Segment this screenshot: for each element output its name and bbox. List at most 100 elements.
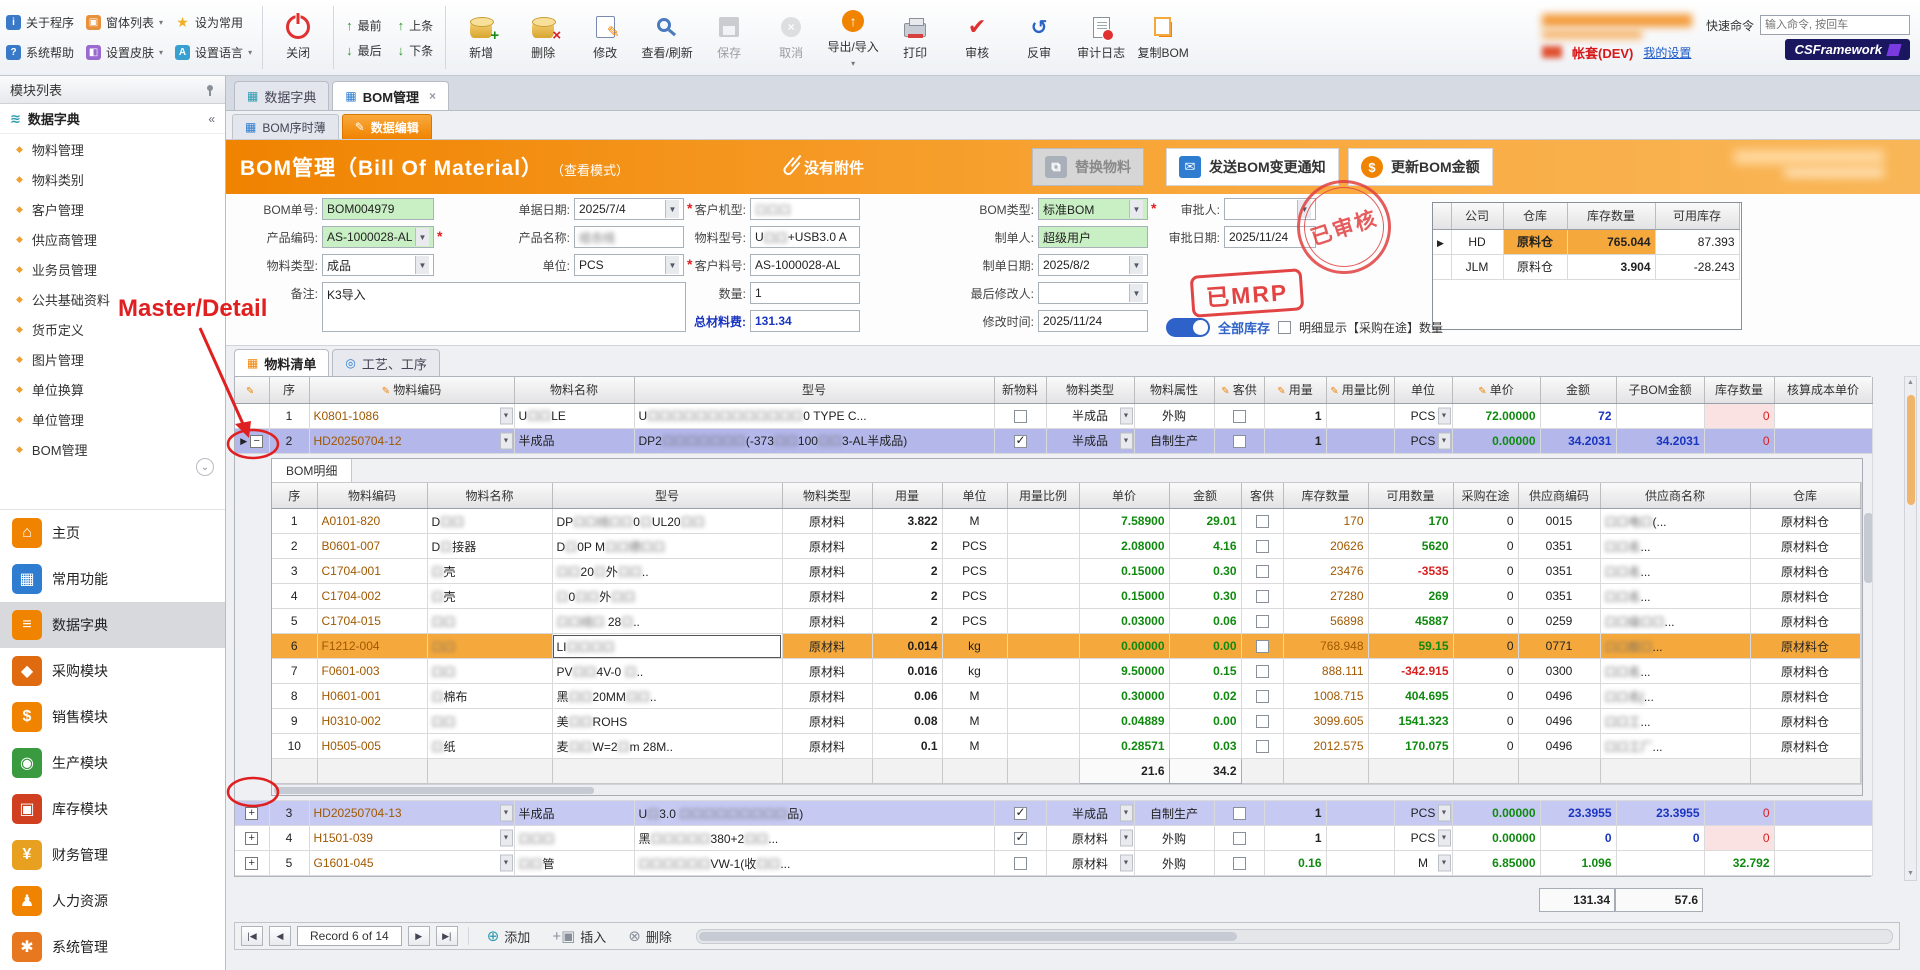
grid-cell[interactable]: 半成品▼: [1046, 428, 1134, 453]
grid-cell[interactable]: 7.58900: [1079, 509, 1169, 534]
cell-checkbox[interactable]: [1256, 640, 1269, 653]
column-header-物料名称[interactable]: 物料名称: [427, 483, 552, 509]
grid-cell[interactable]: [1007, 684, 1079, 709]
cell-checkbox[interactable]: [1256, 590, 1269, 603]
grid-cell[interactable]: 原材料: [782, 709, 872, 734]
column-header-库存数量[interactable]: 库存数量: [1567, 203, 1655, 229]
grid-cell[interactable]: 口壳: [427, 559, 552, 584]
column-header-用量[interactable]: ✎用量: [1264, 377, 1326, 403]
grid-cell[interactable]: PCS▼: [1394, 428, 1452, 453]
cell-checkbox[interactable]: [1256, 690, 1269, 703]
grid-cell[interactable]: C1704-015: [317, 609, 427, 634]
grid-cell[interactable]: A0101-820: [317, 509, 427, 534]
grid-cell[interactable]: [1241, 534, 1283, 559]
grid-cell[interactable]: 23.3955: [1616, 801, 1704, 826]
grid-row[interactable]: 5C1704-015口口口口线口 28口..原材料2PCS 0.030000.0…: [272, 609, 1860, 634]
grid-cell[interactable]: [1241, 634, 1283, 659]
send-bom-change-notice-button[interactable]: ✉ 发送BOM变更通知: [1166, 148, 1339, 186]
expand-row-button[interactable]: +: [245, 832, 258, 845]
print-button[interactable]: 打印: [884, 0, 946, 75]
grid-cell[interactable]: 原材料: [782, 684, 872, 709]
cancel-button[interactable]: ×取消: [760, 0, 822, 75]
grid-cell[interactable]: 0.03000: [1079, 609, 1169, 634]
grid-cell[interactable]: [1326, 428, 1394, 453]
grid-cell[interactable]: [1007, 584, 1079, 609]
dropdown-icon[interactable]: ▼: [1129, 256, 1143, 274]
cell-checkbox[interactable]: [1256, 565, 1269, 578]
export-button[interactable]: ↑导出/导入▾: [822, 0, 884, 75]
grid-cell[interactable]: H0310-002: [317, 709, 427, 734]
grid-cell[interactable]: 0: [1453, 509, 1518, 534]
grid-cell[interactable]: 0.15000: [1079, 559, 1169, 584]
grid-cell[interactable]: 23476: [1283, 559, 1368, 584]
cell-checkbox[interactable]: [1233, 807, 1246, 820]
grid-cell[interactable]: 0: [1704, 801, 1774, 826]
grid-cell[interactable]: JLM: [1451, 254, 1503, 279]
grid-cell[interactable]: 原材料: [782, 534, 872, 559]
grid-cell[interactable]: 2012.575: [1283, 734, 1368, 759]
grid-cell[interactable]: 原材料仓: [1750, 659, 1860, 684]
grid-cell[interactable]: [1774, 428, 1872, 453]
grid-cell[interactable]: 口口: [427, 609, 552, 634]
grid-cell[interactable]: 6: [272, 634, 317, 659]
module-数据字典[interactable]: ≡数据字典: [0, 602, 225, 648]
grid-cell[interactable]: [1007, 634, 1079, 659]
bom_type-field[interactable]: 标准BOM▼: [1038, 198, 1148, 220]
grid-cell[interactable]: PV口口4V-0 口..: [552, 659, 782, 684]
grid-cell[interactable]: 口口口口口口VW-1(收口口...: [634, 851, 994, 876]
module-常用功能[interactable]: ▦常用功能: [0, 556, 225, 602]
grid-cell[interactable]: 自制生产: [1134, 428, 1214, 453]
dropdown-icon[interactable]: ▼: [1120, 855, 1133, 872]
grid-cell[interactable]: 0: [1453, 534, 1518, 559]
detail-vertical-scrollbar[interactable]: [1861, 483, 1863, 785]
grid-cell[interactable]: M: [942, 709, 1007, 734]
grid-cell[interactable]: [994, 826, 1046, 851]
grid-cell[interactable]: 0.06: [872, 684, 942, 709]
module-系统管理[interactable]: ✱系统管理: [0, 924, 225, 970]
grid-cell[interactable]: 0.00000: [1452, 801, 1540, 826]
grid-cell[interactable]: HD20250704-12▼: [309, 428, 514, 453]
grid-cell[interactable]: -28.243: [1655, 254, 1739, 279]
delete-row-button[interactable]: ⊗ 删除: [620, 927, 680, 946]
grid-cell[interactable]: 口口胶口...: [1600, 634, 1750, 659]
collapse-group-icon[interactable]: «: [208, 112, 215, 126]
grid-cell[interactable]: 原材料仓: [1750, 634, 1860, 659]
last-record-button[interactable]: ▶|: [436, 926, 458, 946]
grid-cell[interactable]: 3: [272, 559, 317, 584]
grid-row[interactable]: 6F1212-004口口LI口口口口原材料0.014kg 0.000000.00…: [272, 634, 1860, 659]
grid-cell[interactable]: 9: [272, 709, 317, 734]
grid-cell[interactable]: 4: [272, 584, 317, 609]
grid-cell[interactable]: 4.16: [1169, 534, 1241, 559]
grid-cell[interactable]: 外购: [1134, 851, 1214, 876]
grid-cell[interactable]: 原材料: [782, 659, 872, 684]
grid-cell[interactable]: 0771: [1518, 634, 1600, 659]
bom_no-field[interactable]: BOM004979: [322, 198, 434, 220]
grid-cell[interactable]: M: [942, 734, 1007, 759]
grid-cell[interactable]: 原材料▼: [1046, 851, 1134, 876]
grid-row[interactable]: 10H0505-005口纸麦口口W=2口m 28M..原材料0.1M 0.285…: [272, 734, 1860, 759]
all-stock-toggle[interactable]: [1166, 318, 1210, 337]
sidebar-item-业务员管理[interactable]: ◆业务员管理: [0, 254, 225, 284]
grid-cell[interactable]: 34.2031: [1540, 428, 1616, 453]
grid-cell[interactable]: [1007, 534, 1079, 559]
grid-cell[interactable]: 0: [1453, 684, 1518, 709]
grid-cell[interactable]: 0.00000: [1452, 826, 1540, 851]
make_date-field[interactable]: 2025/8/2▼: [1038, 254, 1148, 276]
nav-最后[interactable]: ↓最后: [346, 42, 382, 59]
grid-cell[interactable]: 0: [1453, 584, 1518, 609]
grid-cell[interactable]: H0505-005: [317, 734, 427, 759]
grid-cell[interactable]: DP2口口口口口口口(-373口口100口口3-AL半成品): [634, 428, 994, 453]
grid-cell[interactable]: HD20250704-13▼: [309, 801, 514, 826]
grid-cell[interactable]: 5: [272, 609, 317, 634]
grid-cell[interactable]: 1.096: [1540, 851, 1616, 876]
column-header-金额[interactable]: 金额: [1540, 377, 1616, 403]
grid-cell[interactable]: 888.111: [1283, 659, 1368, 684]
grid-cell[interactable]: 3: [269, 801, 309, 826]
column-header-序[interactable]: 序: [269, 377, 309, 403]
grid-cell[interactable]: PCS▼: [1394, 801, 1452, 826]
grid-cell[interactable]: 8: [272, 684, 317, 709]
grid-cell[interactable]: [1007, 659, 1079, 684]
grid-cell[interactable]: U口3.0 口口口口口口口口口品): [634, 801, 994, 826]
quick-command-input[interactable]: [1760, 15, 1910, 35]
grid-cell[interactable]: C1704-001: [317, 559, 427, 584]
